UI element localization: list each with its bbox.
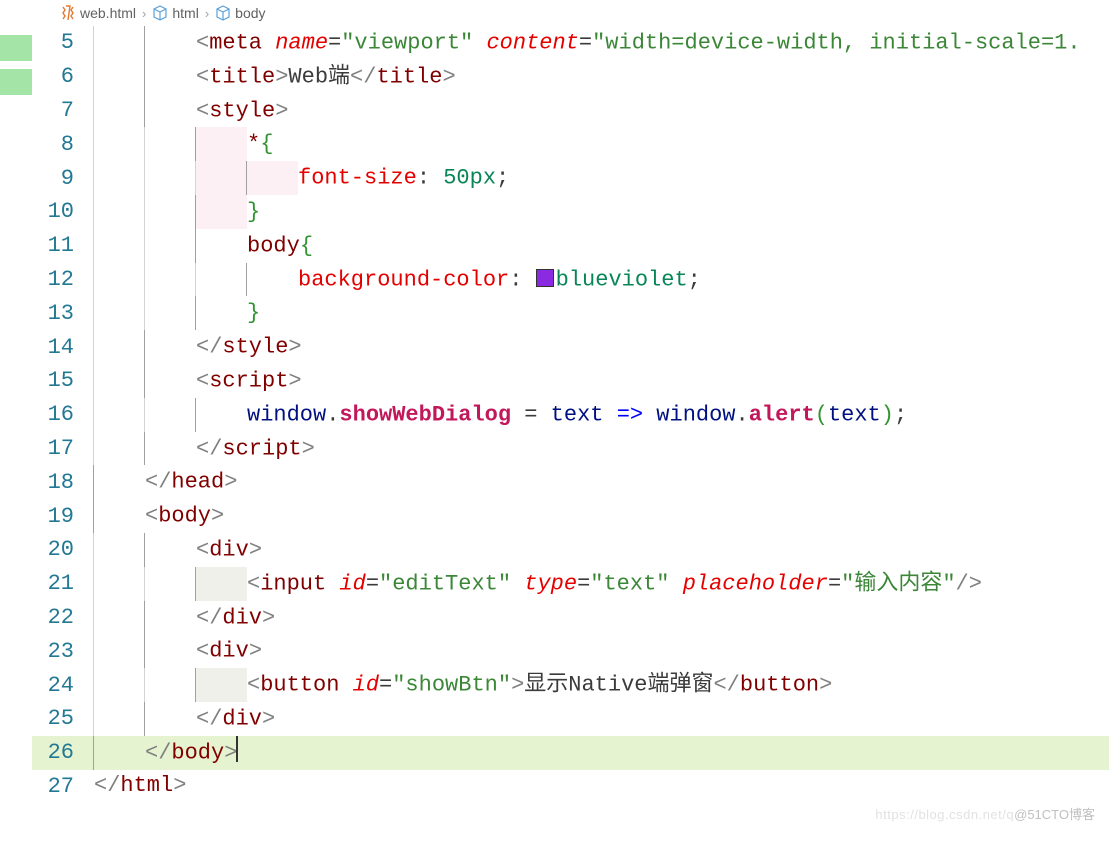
line-number: 7 — [32, 98, 94, 123]
code-content: background-color: blueviolet; — [94, 263, 701, 297]
code-line[interactable]: 20<div> — [32, 533, 1109, 567]
code-line[interactable]: 17</script> — [32, 432, 1109, 466]
code-line[interactable]: 25</div> — [32, 702, 1109, 736]
html-file-icon — [60, 5, 76, 21]
code-line[interactable]: 13} — [32, 296, 1109, 330]
code-line[interactable]: 21<input id="editText" type="text" place… — [32, 567, 1109, 601]
breadcrumb-item-html[interactable]: html — [152, 5, 198, 21]
code-line[interactable]: 19<body> — [32, 499, 1109, 533]
line-number: 19 — [32, 504, 94, 529]
code-line[interactable]: 22</div> — [32, 601, 1109, 635]
line-number: 15 — [32, 368, 94, 393]
code-content: </script> — [94, 432, 315, 466]
code-content: font-size: 50px; — [94, 161, 509, 195]
code-content: <button id="showBtn">显示Native端弹窗</button… — [94, 668, 832, 702]
line-number: 12 — [32, 267, 94, 292]
text-cursor — [236, 736, 238, 762]
breadcrumb-label: body — [235, 5, 265, 21]
code-line[interactable]: 26</body> — [32, 736, 1109, 770]
line-number: 27 — [32, 774, 94, 799]
line-number: 16 — [32, 402, 94, 427]
editor-container: web.html › html › body 5<meta name="view… — [0, 0, 1109, 833]
code-content: </div> — [94, 702, 275, 736]
code-content: *{ — [94, 127, 273, 161]
chevron-right-icon: › — [140, 6, 148, 21]
watermark: https://blog.csdn.net/q@51CTO博客 — [875, 804, 1095, 823]
breadcrumb: web.html › html › body — [0, 0, 1109, 26]
code-line[interactable]: 16window.showWebDialog = text => window.… — [32, 398, 1109, 432]
code-editor[interactable]: 5<meta name="viewport" content="width=de… — [32, 26, 1109, 833]
cube-icon — [215, 5, 231, 21]
code-content: <div> — [94, 634, 262, 668]
line-number: 22 — [32, 605, 94, 630]
code-content: } — [94, 296, 260, 330]
code-line[interactable]: 15<script> — [32, 364, 1109, 398]
line-number: 18 — [32, 470, 94, 495]
code-line[interactable]: 12background-color: blueviolet; — [32, 263, 1109, 297]
code-content: </style> — [94, 330, 302, 364]
breadcrumb-label: html — [172, 5, 198, 21]
line-number: 11 — [32, 233, 94, 258]
line-number: 10 — [32, 199, 94, 224]
code-line[interactable]: 11body{ — [32, 229, 1109, 263]
code-line[interactable]: 9font-size: 50px; — [32, 161, 1109, 195]
code-content: body{ — [94, 229, 313, 263]
code-content: <meta name="viewport" content="width=dev… — [94, 26, 1081, 60]
code-line[interactable]: 18</head> — [32, 465, 1109, 499]
gutter-change-strip — [0, 26, 32, 859]
code-line[interactable]: 14</style> — [32, 330, 1109, 364]
code-line[interactable]: 10} — [32, 195, 1109, 229]
code-line[interactable]: 6<title>Web端</title> — [32, 60, 1109, 94]
code-content: </div> — [94, 601, 275, 635]
code-line[interactable]: 8*{ — [32, 127, 1109, 161]
line-number: 20 — [32, 537, 94, 562]
code-content: <style> — [94, 94, 288, 128]
line-number: 13 — [32, 301, 94, 326]
line-number: 6 — [32, 64, 94, 89]
breadcrumb-item-body[interactable]: body — [215, 5, 265, 21]
line-number: 24 — [32, 673, 94, 698]
code-content: window.showWebDialog = text => window.al… — [94, 398, 907, 432]
code-content: <title>Web端</title> — [94, 60, 456, 94]
line-number: 17 — [32, 436, 94, 461]
breadcrumb-label: web.html — [80, 5, 136, 21]
cube-icon — [152, 5, 168, 21]
code-line[interactable]: 23<div> — [32, 634, 1109, 668]
code-content: </html> — [94, 775, 186, 797]
code-content: <div> — [94, 533, 262, 567]
code-line[interactable]: 7<style> — [32, 94, 1109, 128]
breadcrumb-item-file[interactable]: web.html — [60, 5, 136, 21]
line-number: 14 — [32, 335, 94, 360]
code-content: <body> — [94, 499, 224, 533]
code-content: <input id="editText" type="text" placeho… — [94, 567, 982, 601]
line-number: 25 — [32, 706, 94, 731]
line-number: 26 — [32, 740, 94, 765]
line-number: 23 — [32, 639, 94, 664]
code-content: </head> — [94, 465, 237, 499]
code-content: </body> — [94, 736, 238, 770]
code-content: } — [94, 195, 260, 229]
line-number: 5 — [32, 30, 94, 55]
color-swatch[interactable] — [536, 269, 554, 287]
line-number: 9 — [32, 166, 94, 191]
code-line[interactable]: 24<button id="showBtn">显示Native端弹窗</butt… — [32, 668, 1109, 702]
chevron-right-icon: › — [203, 6, 211, 21]
code-content: <script> — [94, 364, 302, 398]
code-line[interactable]: 5<meta name="viewport" content="width=de… — [32, 26, 1109, 60]
code-line[interactable]: 27</html> — [32, 770, 1109, 804]
line-number: 8 — [32, 132, 94, 157]
line-number: 21 — [32, 571, 94, 596]
